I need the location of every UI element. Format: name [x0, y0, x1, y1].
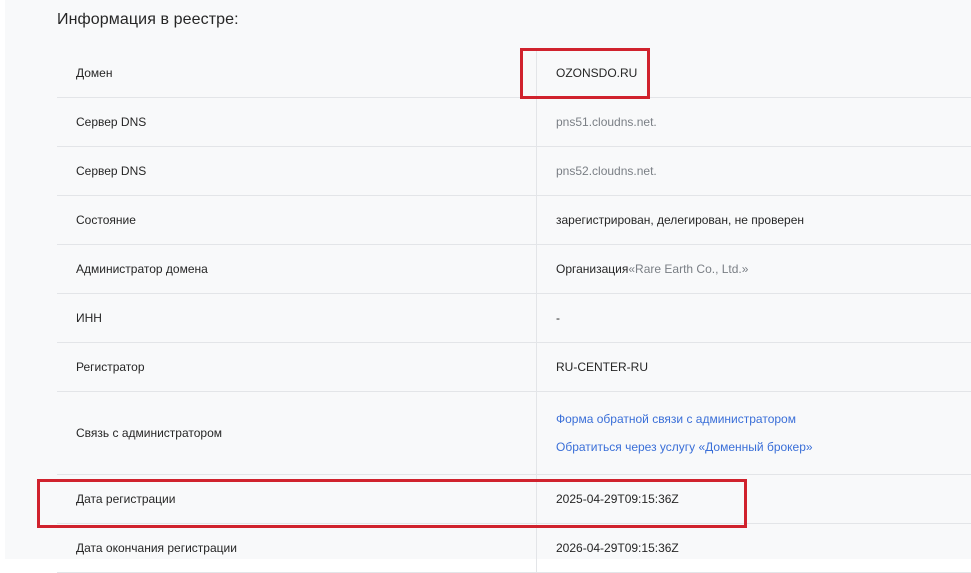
- table-row-dns-1: Сервер DNS pns51.cloudns.net.: [57, 98, 971, 147]
- row-label: Сервер DNS: [76, 115, 147, 129]
- domain-broker-link[interactable]: Обратиться через услугу «Доменный брокер…: [556, 440, 813, 454]
- admin-org-name: «Rare Earth Co., Ltd.»: [628, 262, 749, 276]
- inn-value: -: [536, 294, 971, 342]
- table-row-domain: Домен OZONSDO.RU: [57, 49, 971, 98]
- section-heading: Информация в реестре:: [57, 11, 239, 28]
- registrar-value: RU-CENTER-RU: [536, 343, 971, 391]
- expiry-date-value: 2026-04-29T09:15:36Z: [536, 524, 971, 572]
- table-row-dns-2: Сервер DNS pns52.cloudns.net.: [57, 147, 971, 196]
- table-row-contact: Связь с администратором Форма обратной с…: [57, 392, 971, 475]
- row-label: Дата окончания регистрации: [76, 541, 237, 555]
- row-label: Состояние: [76, 213, 136, 227]
- contact-links: Форма обратной связи с администратором О…: [536, 392, 971, 474]
- table-row-expiry-date: Дата окончания регистрации 2026-04-29T09…: [57, 524, 971, 573]
- feedback-form-link[interactable]: Форма обратной связи с администратором: [556, 412, 796, 426]
- registry-table: Домен OZONSDO.RU Сервер DNS pns51.cloudn…: [57, 49, 971, 573]
- row-label: Связь с администратором: [76, 426, 222, 440]
- row-label: Сервер DNS: [76, 164, 147, 178]
- dns-value: pns52.cloudns.net.: [536, 147, 971, 195]
- table-row-admin: Администратор домена Организация «Rare E…: [57, 245, 971, 294]
- row-label: Домен: [76, 66, 113, 80]
- state-value: зарегистрирован, делегирован, не провере…: [536, 196, 971, 244]
- row-label: Администратор домена: [76, 262, 208, 276]
- domain-value: OZONSDO.RU: [536, 49, 971, 97]
- dns-value: pns51.cloudns.net.: [536, 98, 971, 146]
- row-label: Регистратор: [76, 360, 145, 374]
- row-label: Дата регистрации: [76, 492, 176, 506]
- table-row-state: Состояние зарегистрирован, делегирован, …: [57, 196, 971, 245]
- row-label: ИНН: [76, 311, 102, 325]
- table-row-registrar: Регистратор RU-CENTER-RU: [57, 343, 971, 392]
- reg-date-value: 2025-04-29T09:15:36Z: [536, 475, 971, 523]
- admin-prefix: Организация: [556, 262, 629, 276]
- table-row-inn: ИНН -: [57, 294, 971, 343]
- admin-value: Организация «Rare Earth Co., Ltd.»: [536, 245, 971, 293]
- table-row-reg-date: Дата регистрации 2025-04-29T09:15:36Z: [57, 475, 971, 524]
